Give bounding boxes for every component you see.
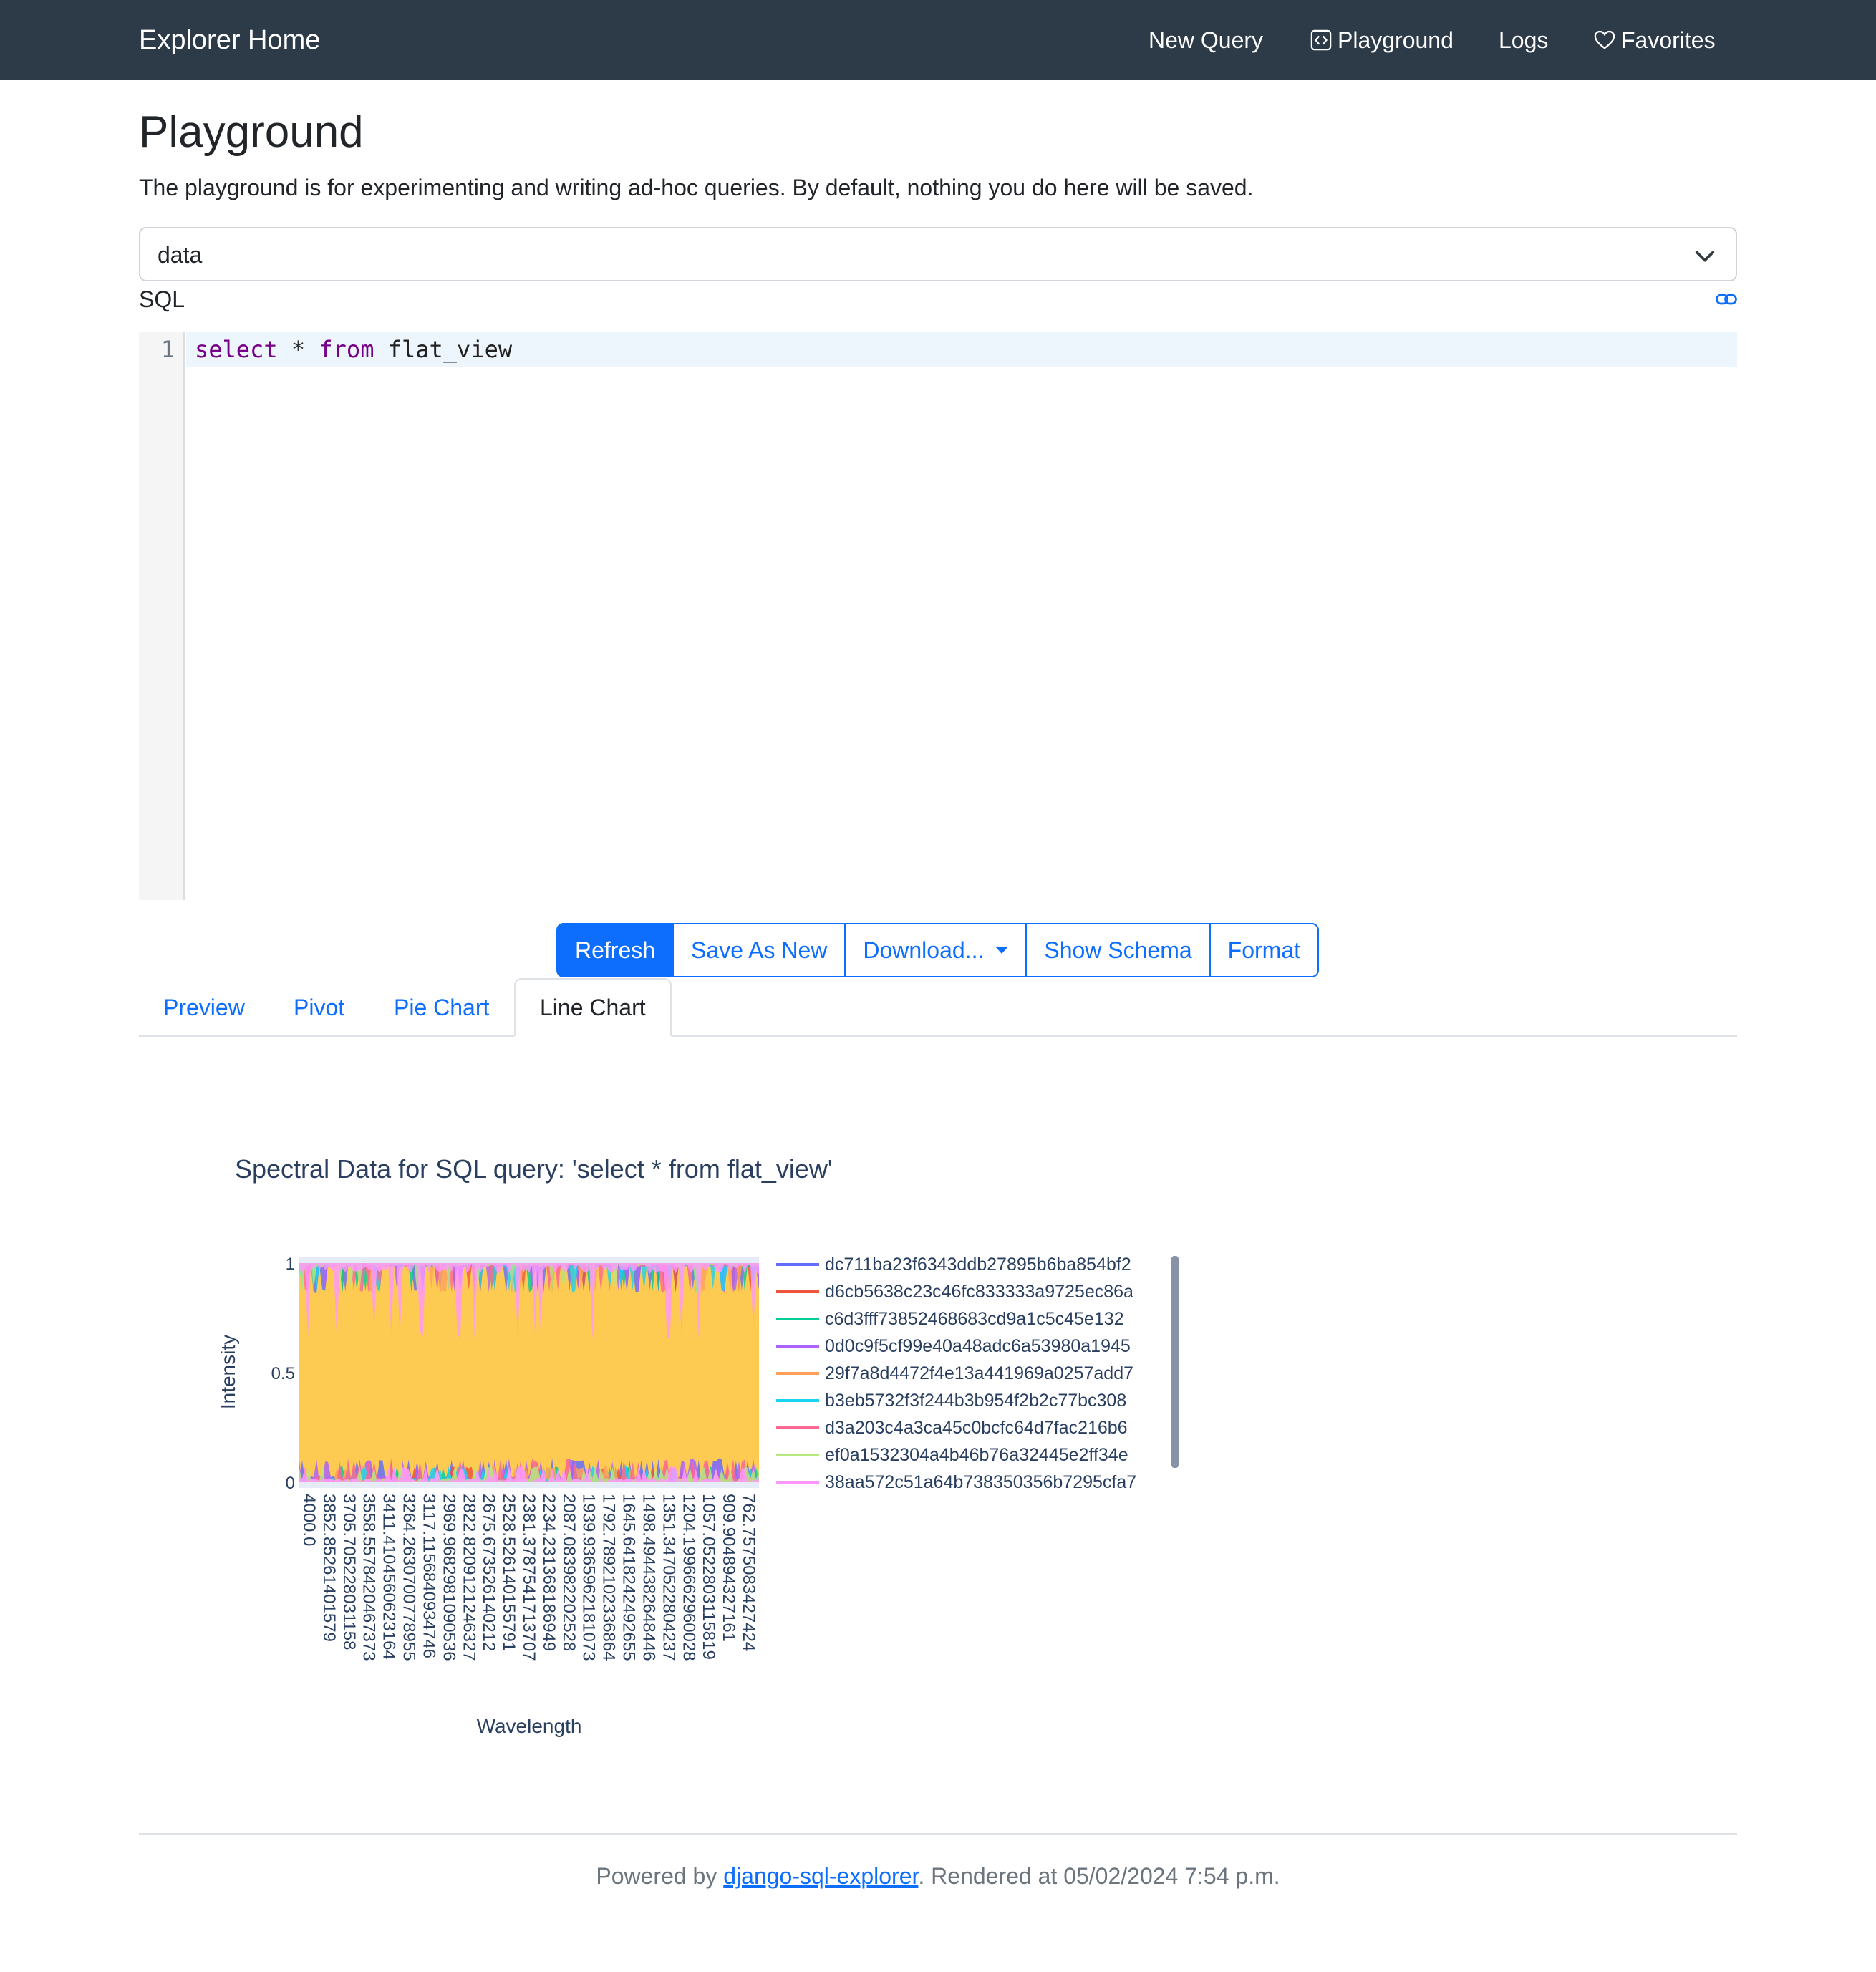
nav-favorites-label: Favorites <box>1621 27 1716 53</box>
x-tick-label: 3411.4104560623164 <box>379 1494 399 1660</box>
line-chart: 00.51 4000.0 3852.85261401579 3705.7052280… <box>217 1255 1179 1737</box>
x-tick-label: 3117.1156840934746 <box>419 1494 438 1658</box>
x-tick-label: 2234.231368186949 <box>539 1494 559 1651</box>
x-tick-label: 1498.4944382648446 <box>639 1494 659 1661</box>
y-tick-label: 0 <box>286 1474 295 1493</box>
connection-select-value: data <box>158 242 203 268</box>
x-tick-label: 3264.2630700778955 <box>400 1494 419 1661</box>
download-button[interactable]: Download... <box>844 923 1028 977</box>
footer-divider <box>139 1833 1737 1835</box>
legend-item[interactable]: dc711ba23f6343ddb27895b6ba854bf2 <box>825 1255 1131 1275</box>
footer: Powered by django-sql-explorer. Rendered… <box>0 1860 1876 1892</box>
x-tick-label: 1792.7892102336864 <box>599 1494 619 1661</box>
legend-item[interactable]: 0d0c9f5cf99e40a48adc6a53980a1945 <box>825 1336 1131 1356</box>
heart-icon <box>1594 30 1615 49</box>
page-description: The playground is for experimenting and … <box>139 175 1254 200</box>
download-button-label: Download... <box>863 937 985 963</box>
code-square-icon <box>1310 29 1332 51</box>
footer-prefix: Powered by <box>596 1863 724 1889</box>
nav-logs-label: Logs <box>1499 27 1549 53</box>
nav-playground[interactable]: Playground <box>1310 24 1454 56</box>
x-tick-label: 2675.673526140212 <box>479 1494 498 1651</box>
show-schema-button[interactable]: Show Schema <box>1025 923 1211 977</box>
legend-item[interactable]: ef0a1532304a4b46b76a32445e2ff34e <box>825 1445 1128 1465</box>
line-number: 1 <box>160 336 175 363</box>
plot-area <box>299 1263 759 1482</box>
legend: dc711ba23f6343ddb27895b6ba854bf2 d6cb5638… <box>776 1255 1136 1492</box>
tab-preview[interactable]: Preview <box>139 978 269 1037</box>
x-tick-label: 2969.9682981090536 <box>439 1494 458 1661</box>
x-tick-label: 2087.083982202528 <box>559 1494 579 1651</box>
x-tick-label: 2528.526140155791 <box>499 1494 518 1651</box>
x-tick-label: 4000.0 <box>299 1494 319 1546</box>
area-dominant <box>299 1263 759 1482</box>
tab-pivot[interactable]: Pivot <box>269 978 369 1037</box>
x-axis-ticks: 4000.0 3852.85261401579 3705.705228031158 3… <box>299 1494 758 1661</box>
x-tick-label: 2381.3787541713707 <box>519 1494 538 1661</box>
tab-line-chart[interactable]: Line Chart <box>514 978 672 1037</box>
footer-suffix: . Rendered at 05/02/2024 7:54 p.m. <box>918 1863 1280 1889</box>
y-axis-label: Intensity <box>217 1335 239 1409</box>
nav-new-query-label: New Query <box>1149 27 1264 53</box>
legend-item[interactable]: 29f7a8d4472f4e13a441969a0257add7 <box>825 1363 1133 1383</box>
navbar: Explorer Home New Query Playground Logs … <box>0 0 1876 80</box>
y-axis-ticks: 00.51 <box>271 1255 295 1493</box>
chevron-down-icon <box>1695 251 1715 262</box>
save-as-new-button[interactable]: Save As New <box>672 923 846 977</box>
x-axis-label: Wavelength <box>477 1715 582 1737</box>
x-tick-label: 3705.705228031158 <box>339 1494 359 1650</box>
x-tick-label: 909.904894327161 <box>719 1494 738 1642</box>
y-tick-label: 0.5 <box>271 1364 295 1383</box>
x-tick-label: 1645.6418242492655 <box>619 1494 639 1661</box>
caret-down-icon <box>995 947 1009 954</box>
x-tick-label: 1057.0522803115819 <box>699 1494 718 1660</box>
y-tick-label: 1 <box>286 1255 295 1274</box>
sql-star: * <box>291 336 306 363</box>
nav-playground-label: Playground <box>1338 27 1454 53</box>
editor-gutter: 1 <box>139 332 185 900</box>
legend-item[interactable]: d6cb5638c23c46fc833333a9725ec86a <box>825 1282 1133 1302</box>
query-actions: Refresh Save As New Download... Show Sch… <box>556 923 1320 977</box>
sql-keyword-select: select <box>195 336 278 363</box>
sql-code-line[interactable]: select * from flat_view <box>195 332 512 367</box>
tab-pie-chart[interactable]: Pie Chart <box>369 978 513 1037</box>
legend-scrollbar[interactable] <box>1171 1256 1179 1468</box>
x-tick-label: 1204.1996662960028 <box>679 1494 698 1661</box>
refresh-button[interactable]: Refresh <box>556 923 675 977</box>
chart-title: Spectral Data for SQL query: 'select * f… <box>235 1154 833 1184</box>
connection-select[interactable]: data <box>139 227 1737 281</box>
legend-item[interactable]: d3a203c4a3ca45c0bcfc64d7fac216b6 <box>825 1418 1128 1438</box>
legend-item[interactable]: c6d3fff73852468683cd9a1c5c45e132 <box>825 1309 1124 1329</box>
x-tick-label: 1351.3470522804237 <box>659 1494 678 1661</box>
x-tick-label: 3852.85261401579 <box>319 1494 339 1642</box>
legend-item[interactable]: b3eb5732f3f244b3b954f2b2c77bc308 <box>825 1391 1126 1411</box>
nav-favorites[interactable]: Favorites <box>1594 24 1716 56</box>
sql-editor[interactable]: 1 select * from flat_view <box>139 332 1737 900</box>
brand-link[interactable]: Explorer Home <box>139 23 320 57</box>
x-tick-label: 2822.8209121246327 <box>459 1494 478 1661</box>
sql-label: SQL <box>139 286 185 312</box>
x-tick-label: 1939.9365962181073 <box>579 1494 599 1661</box>
sql-table-name: flat_view <box>387 336 513 363</box>
link-icon[interactable] <box>1716 291 1737 308</box>
nav-logs[interactable]: Logs <box>1499 24 1548 56</box>
legend-item[interactable]: 38aa572c51a64b738350356b7295cfa7 <box>825 1472 1136 1492</box>
django-sql-explorer-link[interactable]: django-sql-explorer <box>723 1863 918 1889</box>
x-tick-label: 762.7575083427424 <box>739 1494 758 1651</box>
x-tick-label: 3558.5578420467373 <box>359 1494 379 1661</box>
sql-keyword-from: from <box>319 336 374 363</box>
page-title: Playground <box>139 107 364 157</box>
format-button[interactable]: Format <box>1209 923 1320 977</box>
nav-new-query[interactable]: New Query <box>1149 24 1263 56</box>
